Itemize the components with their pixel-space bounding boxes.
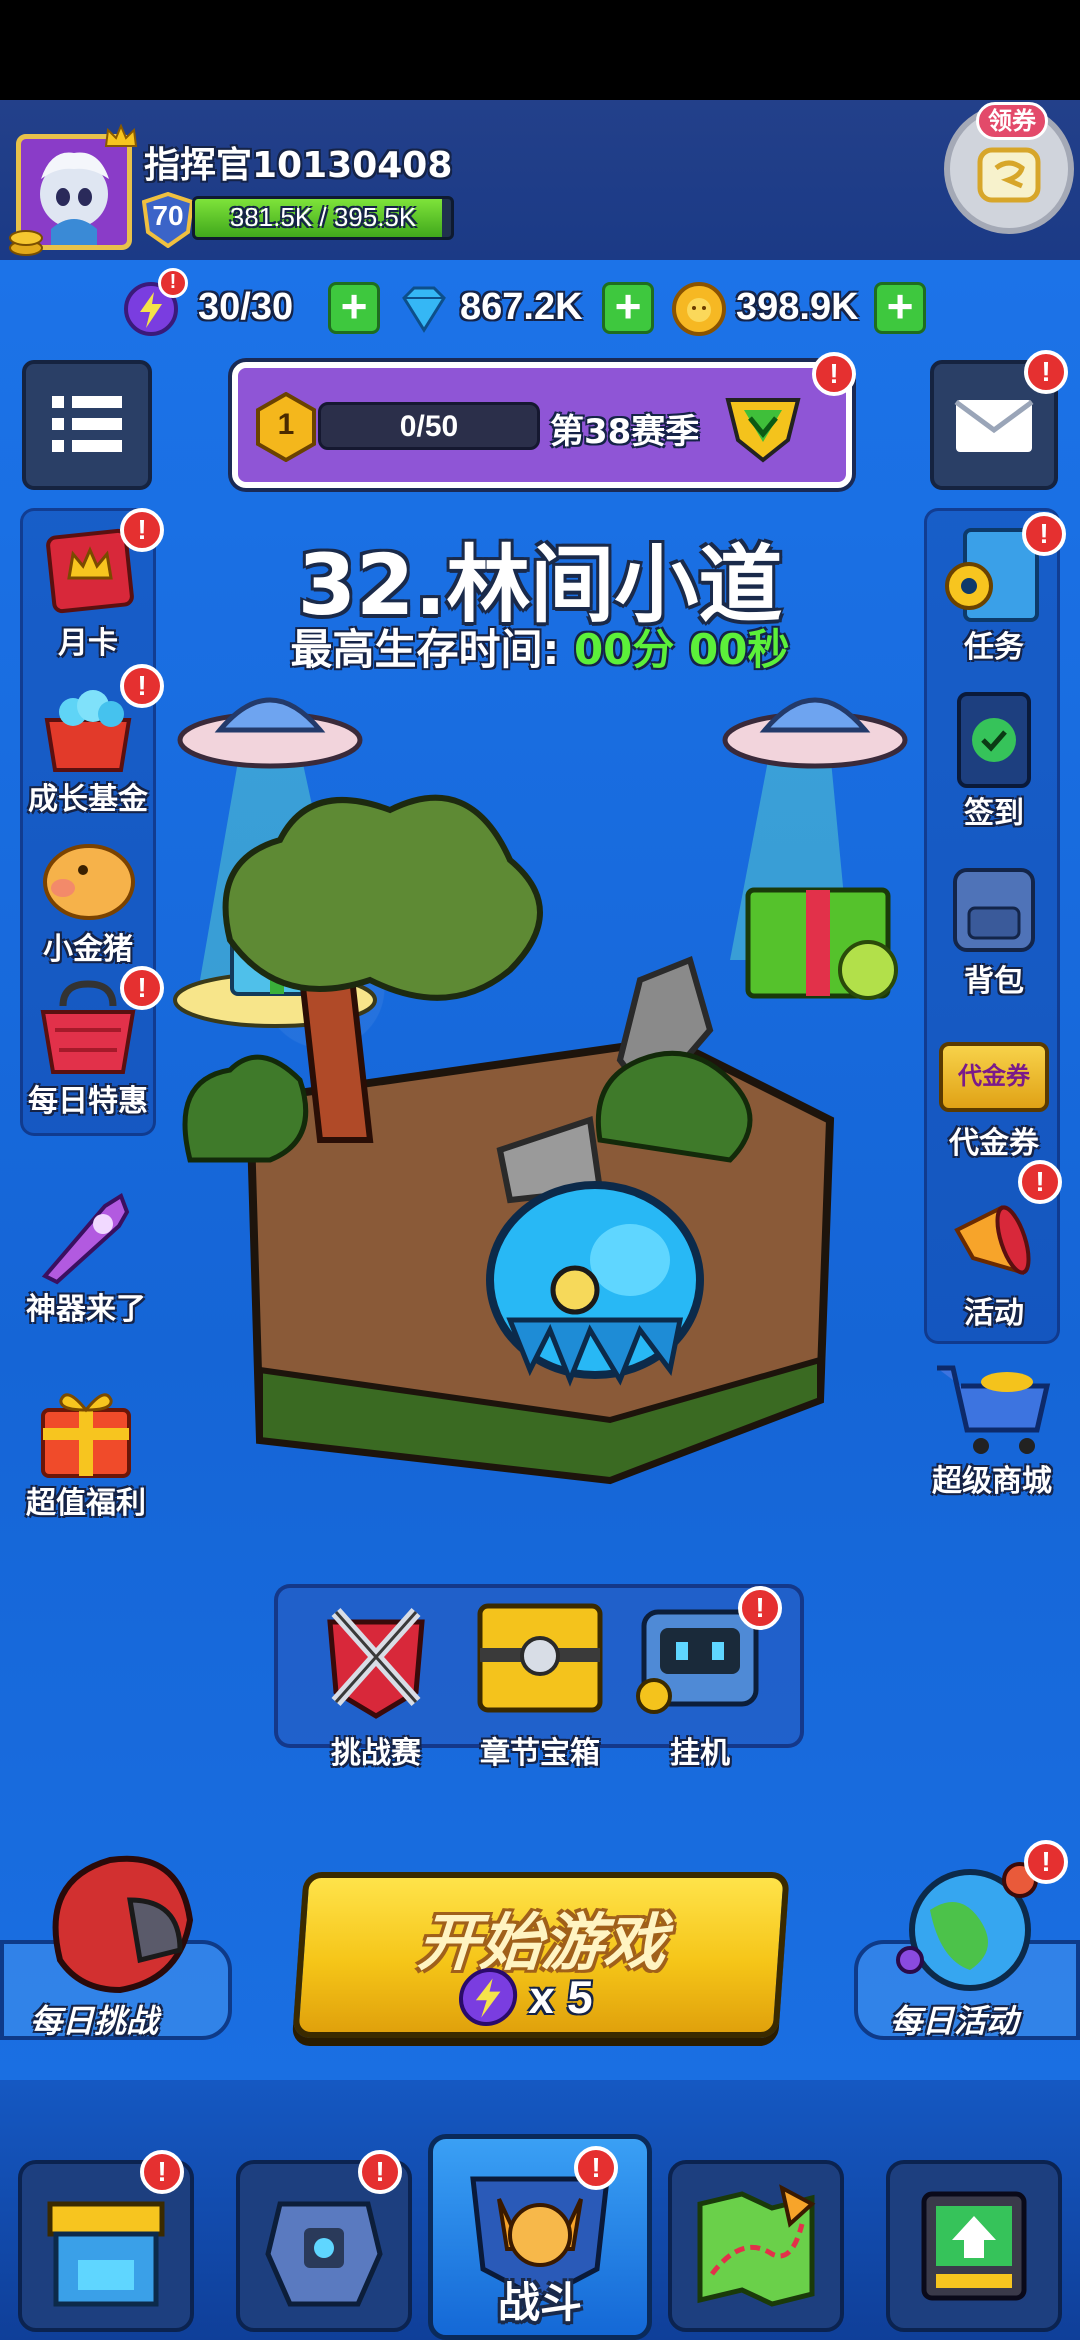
treasure-map-icon xyxy=(697,2184,816,2307)
megaphone-icon xyxy=(954,1205,1031,1275)
daily-challenge-label: 每日挑战 xyxy=(30,2002,159,2040)
diamond-value: 867.2K xyxy=(460,286,583,328)
left-menu-piggy-bank[interactable]: 小金猪 xyxy=(18,826,158,968)
backpack-icon xyxy=(953,868,1035,952)
left-menu-label: 神器来了 xyxy=(26,1292,146,1327)
mode-chapter-chest[interactable]: 章节宝箱 xyxy=(470,1592,610,1772)
status-bar xyxy=(0,0,1080,100)
daily-activity-button[interactable]: ! 每日活动 xyxy=(846,1840,1080,2050)
check-in-card-icon xyxy=(957,692,1031,788)
tab-battle[interactable]: 战斗 xyxy=(428,2134,652,2340)
player-name: 指挥官10130408 xyxy=(144,145,453,186)
main-menu-button[interactable] xyxy=(22,360,152,490)
voucher-icon-text: 代金券 xyxy=(958,1062,1030,1090)
tab-equipment-badge: ! xyxy=(358,2150,402,2194)
add-diamond-button[interactable]: + xyxy=(602,282,654,334)
chapter-chest-icon xyxy=(477,1603,603,1713)
mode-badge: ! xyxy=(738,1586,782,1630)
right-menu-activity[interactable]: 活动 xyxy=(924,1190,1064,1332)
voucher-icon: 代金券 xyxy=(939,1042,1049,1112)
gold-coin-icon xyxy=(672,282,726,336)
start-game-label: 开始游戏 xyxy=(415,1906,669,1979)
left-menu-badge: ! xyxy=(120,966,164,1010)
survival-time-value: 00分 00秒 xyxy=(573,625,790,674)
coin-stack-icon xyxy=(6,210,46,256)
right-menu-checkin[interactable]: 签到 xyxy=(924,690,1064,832)
shopping-cart-icon xyxy=(937,1365,1051,1454)
mode-label: 章节宝箱 xyxy=(480,1736,600,1771)
tab-map[interactable] xyxy=(668,2160,844,2332)
right-menu-label: 任务 xyxy=(964,630,1024,665)
left-menu-badge: ! xyxy=(120,508,164,552)
season-rank: 1 xyxy=(277,408,295,441)
season-rank-up-icon xyxy=(722,390,804,466)
season-alert-badge: ! xyxy=(812,352,856,396)
forest-island-illustration xyxy=(173,697,908,1485)
right-menu-badge: ! xyxy=(1022,512,1066,556)
daily-activity-badge: ! xyxy=(1024,1840,1068,1884)
list-menu-icon xyxy=(52,396,122,452)
left-menu-label: 成长基金 xyxy=(28,782,148,817)
start-cost-energy-icon xyxy=(457,1968,520,2026)
energy-value: 30/30 xyxy=(198,286,294,328)
mode-label: 挂机 xyxy=(670,1736,730,1771)
left-menu-badge: ! xyxy=(120,664,164,708)
coupon-label: 领券 xyxy=(976,102,1048,140)
start-cost: x 5 xyxy=(527,1971,595,2023)
right-menu-voucher[interactable]: 代金券 代金券 xyxy=(924,1028,1064,1162)
right-menu-super-mall[interactable]: 超级商城 xyxy=(922,1358,1062,1500)
left-menu-label: 超值福利 xyxy=(26,1486,146,1521)
survival-time-row: 最高生存时间: 00分 00秒 xyxy=(200,616,880,677)
left-menu-super-benefit[interactable]: 超值福利 xyxy=(16,1380,156,1522)
right-menu-label: 背包 xyxy=(964,964,1024,999)
mail-alert-badge: ! xyxy=(1024,350,1068,394)
player-level: 70 xyxy=(152,200,184,231)
tab-battle-badge: ! xyxy=(574,2146,618,2190)
right-menu-backpack[interactable]: 背包 xyxy=(924,858,1064,1000)
exp-text: 381.5K / 395.5K xyxy=(229,202,417,232)
right-menu-label: 签到 xyxy=(964,796,1024,831)
tab-battle-label: 战斗 xyxy=(497,2278,582,2327)
right-menu-label: 代金券 xyxy=(949,1126,1039,1161)
tab-shop-badge: ! xyxy=(140,2150,184,2194)
energy-alert-badge: ! xyxy=(158,268,188,298)
daily-activity-label: 每日活动 xyxy=(890,2002,1019,2040)
gift-box-icon xyxy=(41,1393,131,1478)
add-gold-button[interactable]: + xyxy=(874,282,926,334)
diamond-icon xyxy=(396,284,452,334)
artifact-weapon-icon xyxy=(41,1193,130,1285)
left-menu-label: 小金猪 xyxy=(43,932,133,967)
start-game-button[interactable]: 开始游戏 x 5 xyxy=(292,1872,790,2038)
tab-upgrade[interactable] xyxy=(886,2160,1062,2332)
season-progress-text: 0/50 xyxy=(399,410,459,443)
add-energy-button[interactable]: + xyxy=(328,282,380,334)
gold-value: 398.9K xyxy=(736,286,859,328)
left-menu-label: 每日特惠 xyxy=(28,1084,148,1119)
piggy-bank-icon xyxy=(43,844,135,920)
daily-challenge-button[interactable]: 每日挑战 xyxy=(0,1840,240,2050)
mode-challenge[interactable]: 挑战赛 xyxy=(306,1592,446,1772)
mode-label: 挑战赛 xyxy=(331,1736,421,1771)
season-label: 第38赛季 xyxy=(550,412,700,452)
left-menu-label: 月卡 xyxy=(58,626,118,661)
right-menu-badge: ! xyxy=(1018,1160,1062,1204)
red-helmet-icon xyxy=(52,1855,194,1994)
survival-time-label: 最高生存时间: xyxy=(290,625,560,674)
stage-island-scene[interactable] xyxy=(170,680,910,1550)
left-menu-artifact[interactable]: 神器来了 xyxy=(16,1186,156,1328)
right-menu-label: 超级商城 xyxy=(932,1464,1052,1499)
crown-icon xyxy=(104,123,138,148)
right-menu-label: 活动 xyxy=(964,1296,1024,1331)
crossed-swords-icon xyxy=(327,1608,425,1719)
upgrade-chip-icon xyxy=(921,2191,1027,2301)
